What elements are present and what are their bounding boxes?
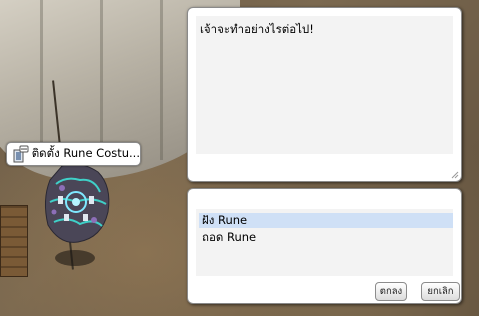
cancel-button[interactable]: ยกเลิก xyxy=(421,282,460,301)
menu-option-remove-rune[interactable]: ถอด Rune xyxy=(199,230,453,245)
npc-name-tag[interactable]: ติดตั้ง Rune Costu... xyxy=(6,142,141,166)
npc-shadow xyxy=(55,250,95,266)
door-chat-icon xyxy=(10,144,30,164)
tent-fold xyxy=(160,0,163,160)
npc-dialog-window: เจ้าจะทำอย่างไรต่อไป! xyxy=(187,7,462,182)
tent-fold xyxy=(40,0,43,160)
wooden-crate xyxy=(0,205,28,277)
resize-grip-icon[interactable] xyxy=(451,171,459,179)
npc-name-label: ติดตั้ง Rune Costu... xyxy=(31,146,140,160)
npc-menu-window: ฝัง Rune ถอด Rune ตกลง ยกเลิก xyxy=(187,188,462,304)
dialog-message: เจ้าจะทำอย่างไรต่อไป! xyxy=(200,22,314,36)
ok-button[interactable]: ตกลง xyxy=(375,282,407,301)
menu-option-list: ฝัง Rune ถอด Rune xyxy=(196,209,453,276)
tent-fold xyxy=(100,0,103,160)
menu-option-insert-rune[interactable]: ฝัง Rune xyxy=(199,213,453,228)
